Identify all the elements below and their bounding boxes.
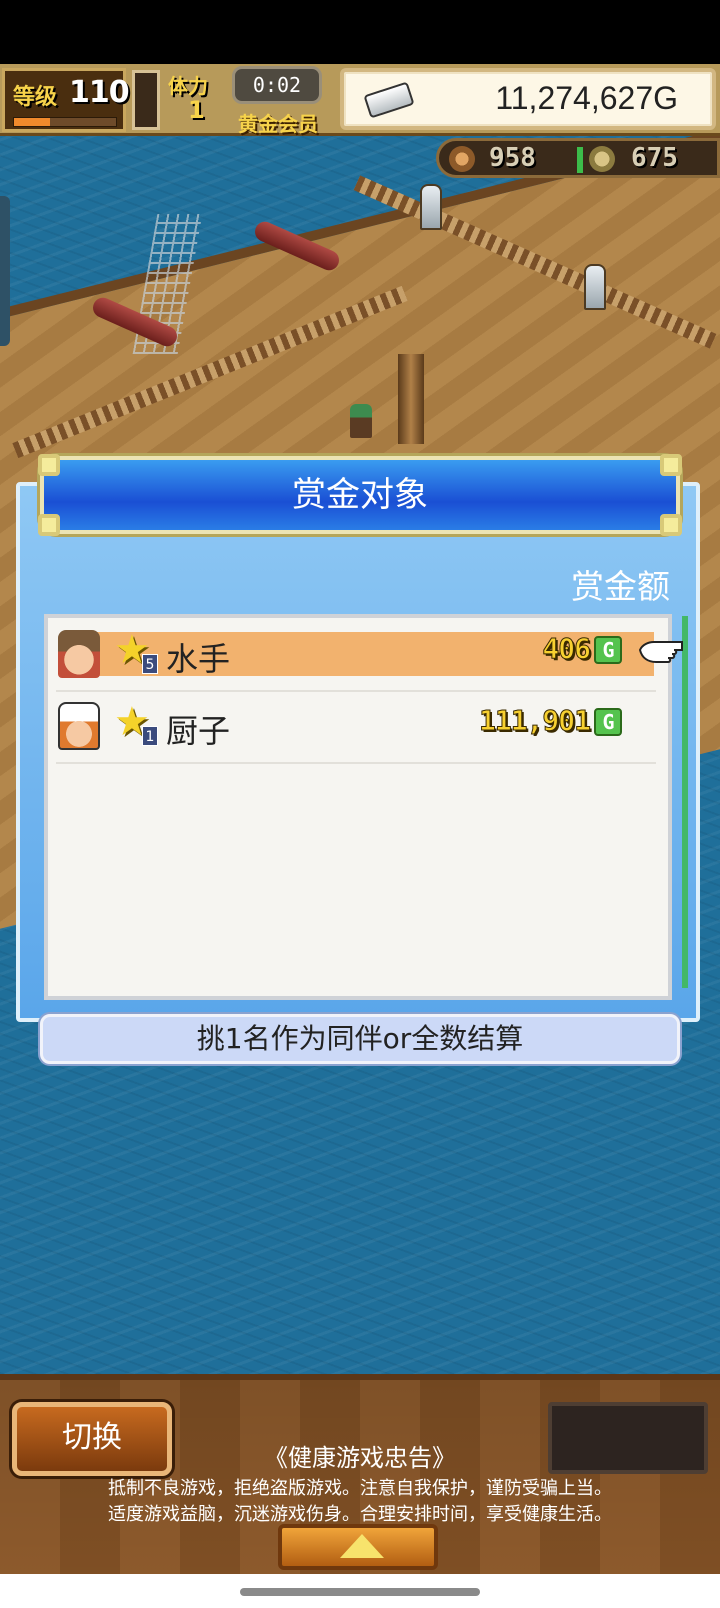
home-indicator[interactable] [240, 1588, 480, 1596]
bounty-amount: 406 G [542, 632, 622, 666]
cook-avatar [58, 702, 100, 750]
level-box: 等级 110 [2, 68, 130, 132]
bounty-value: 406 [542, 632, 592, 666]
bounty-amount: 111,901 G [478, 704, 622, 738]
timer: 0:02 [232, 66, 322, 104]
gold-display[interactable]: 11,274,627G [340, 68, 716, 130]
up-arrow-icon [340, 1534, 384, 1558]
resource-divider [577, 147, 583, 173]
gold-currency-icon: G [594, 708, 622, 736]
pointing-hand-icon [638, 641, 683, 663]
dialog-title-bar: 赏金对象 [38, 454, 682, 536]
corner-ornament [38, 454, 60, 476]
medal-count: 675 [631, 143, 678, 173]
gold-amount: 11,274,627G [495, 80, 678, 116]
bounty-value: 111,901 [478, 704, 591, 738]
star-rank: 5 [142, 654, 158, 674]
stamina-label: 体力 [168, 74, 208, 98]
stamina-gauge [132, 70, 160, 130]
mast [398, 354, 424, 444]
wood-count: 958 [489, 143, 536, 173]
instruction-bar: 挑1名作为同伴or全数结算 [40, 1014, 680, 1064]
member-badge: 黄金会员 [238, 112, 318, 136]
dialog-title: 赏金对象 [292, 475, 428, 515]
bottom-panel: 切换 《健康游戏忠告》 抵制不良游戏，拒绝盗版游戏。注意自我保护，谨防受骗上当。… [0, 1374, 720, 1580]
list-item-sailor[interactable]: ★ 5 水手 406 G [52, 626, 656, 694]
corner-ornament [660, 454, 682, 476]
stamina-value: 1 [188, 96, 205, 124]
instruction-text: 挑1名作为同伴or全数结算 [196, 1022, 524, 1055]
bounty-list: ★ 5 水手 406 G ★ 1 厨子 111,901 G [44, 614, 672, 1000]
top-hud: 等级 110 体力 1 0:02 黄金会员 11,274,627G [0, 64, 720, 136]
list-item-cook[interactable]: ★ 1 厨子 111,901 G [52, 698, 656, 766]
row-divider [56, 762, 656, 764]
star-rank: 1 [142, 726, 158, 746]
list-scrollbar[interactable] [682, 616, 688, 988]
health-notice-line: 抵制不良游戏，拒绝盗版游戏。注意自我保护，谨防受骗上当。 [108, 1478, 612, 1499]
row-divider [56, 690, 656, 692]
level-label: 等级 [13, 85, 58, 110]
level-value: 110 [69, 75, 130, 110]
system-nav-area [0, 1574, 720, 1608]
exp-bar [13, 117, 117, 127]
lamp-icon [420, 184, 442, 230]
player-character [350, 404, 372, 438]
status-bar [0, 0, 720, 64]
resource-bar: 958 675 [436, 138, 720, 178]
list-item-name: 水手 [166, 640, 231, 678]
bounty-amount-header: 赏金额 [571, 567, 670, 606]
corner-ornament [38, 514, 60, 536]
health-notice-title: 《健康游戏忠告》 [264, 1444, 456, 1472]
health-notice-line: 适度游戏益脑，沉迷游戏伤身。合理安排时间，享受健康生活。 [108, 1504, 612, 1525]
list-item-name: 厨子 [166, 712, 231, 750]
wood-icon [449, 146, 475, 172]
medal-coin-icon [589, 146, 615, 172]
lamp-icon [584, 264, 606, 310]
exp-bar-fill [14, 118, 50, 126]
ingot-icon [363, 81, 415, 119]
side-drawer-tab[interactable] [0, 196, 10, 346]
expand-menu-button[interactable] [278, 1524, 438, 1570]
corner-ornament [660, 514, 682, 536]
gold-currency-icon: G [594, 636, 622, 664]
sailor-avatar [58, 630, 100, 678]
